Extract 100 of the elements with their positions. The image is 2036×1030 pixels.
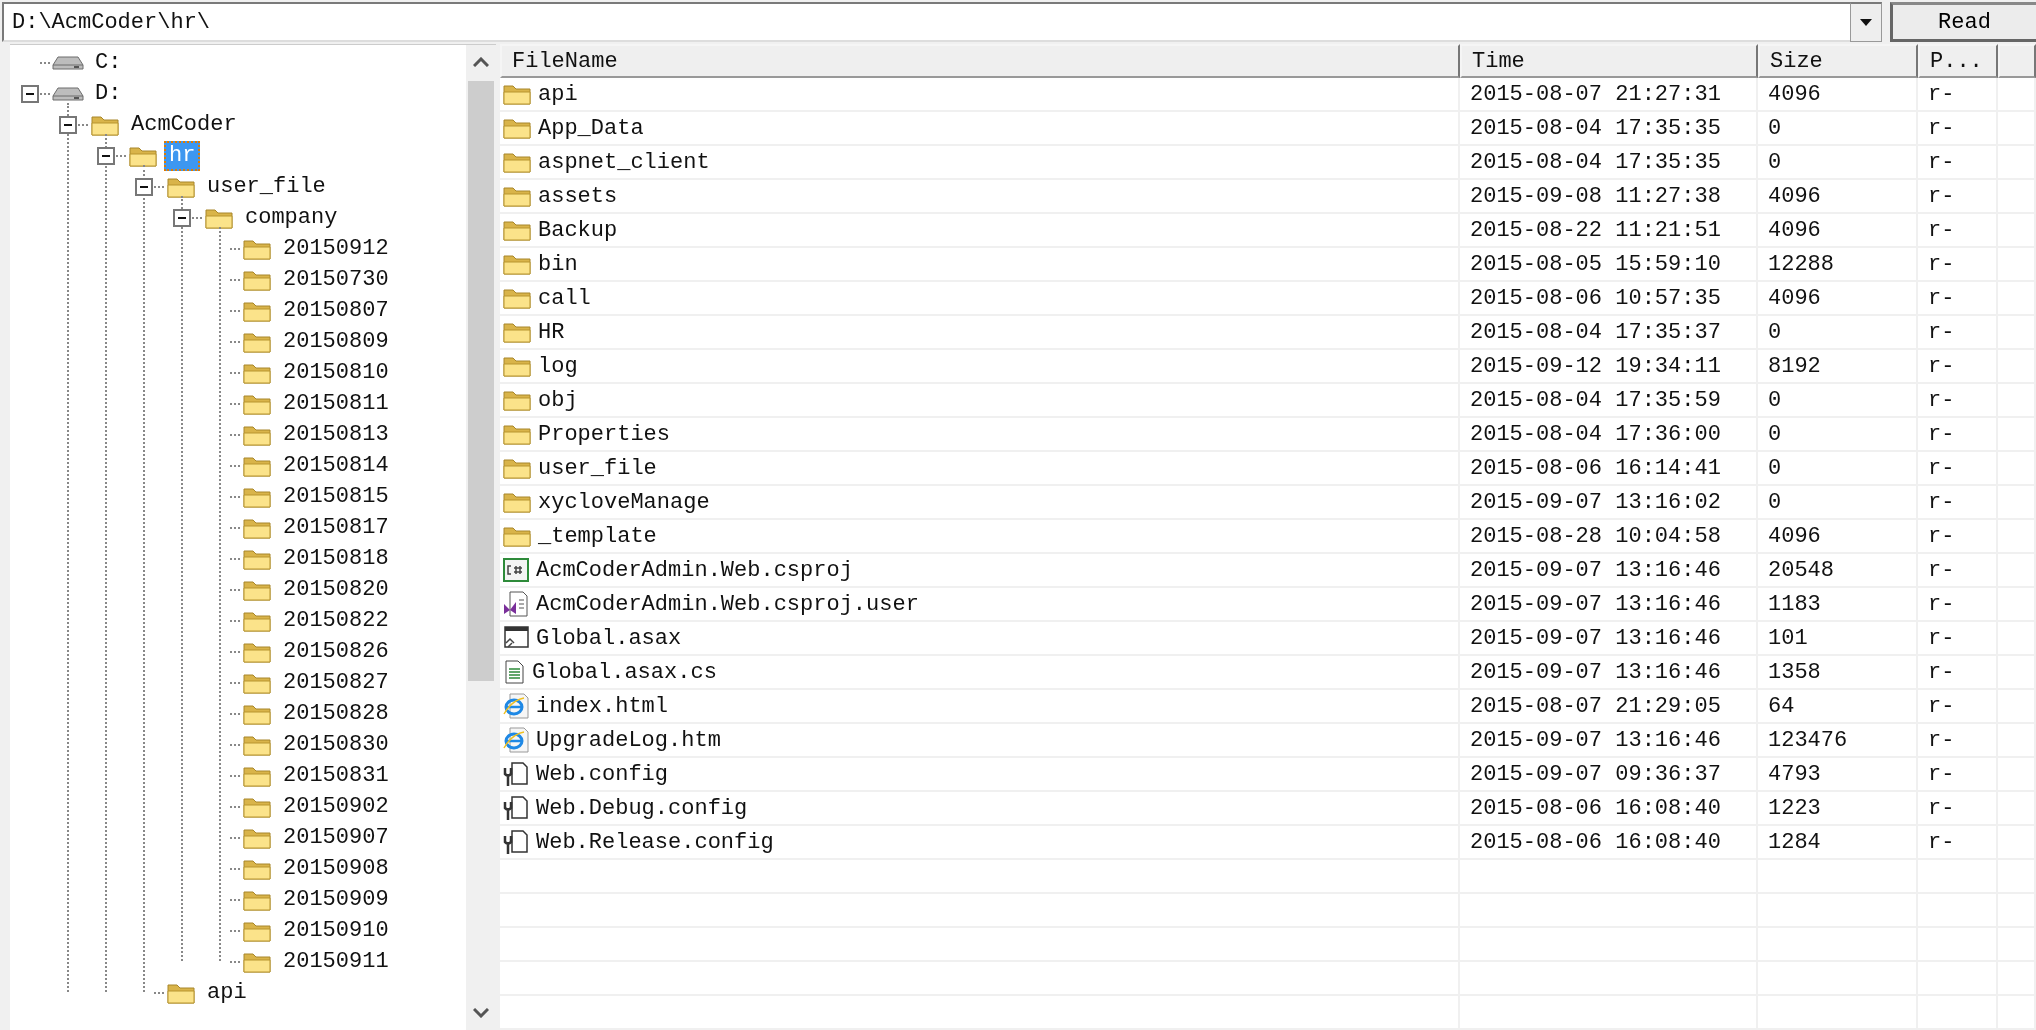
tree-item[interactable]: 20150828 [278,698,394,729]
tree-item[interactable]: 20150818 [278,543,394,574]
collapse-toggle[interactable] [173,208,191,227]
permission: r- [1928,387,1955,413]
tree-item[interactable]: 20150831 [278,760,394,791]
permission: r- [1928,251,1955,277]
file-name[interactable]: AcmCoderAdmin.Web.csproj.user [536,591,919,617]
file-size: 0 [1768,149,1782,175]
file-name[interactable]: Global.asax [536,625,682,651]
permission: r- [1928,319,1955,345]
collapse-toggle[interactable] [135,177,153,196]
tree-item[interactable]: 20150811 [278,388,394,419]
folder-icon [502,82,532,106]
tree-item[interactable]: 20150822 [278,605,394,636]
collapse-toggle[interactable] [97,146,115,165]
permission: r- [1928,761,1955,787]
file-size: 0 [1768,319,1782,345]
file-name[interactable]: aspnet_client [538,149,710,175]
column-header[interactable]: P... [1918,44,1998,78]
file-size: 0 [1768,455,1782,481]
tree-item[interactable]: company [240,202,343,233]
file-name[interactable]: HR [538,319,565,345]
folder-icon [502,320,532,344]
file-name[interactable]: api [538,81,578,107]
file-name[interactable]: Web.Debug.config [536,795,748,821]
modified-time: 2015-09-07 09:36:37 [1470,761,1721,787]
folder-icon [502,456,532,480]
tree-item[interactable]: 20150912 [278,233,394,264]
permission: r- [1928,829,1955,855]
modified-time: 2015-08-06 16:14:41 [1470,455,1721,481]
modified-time: 2015-08-06 10:57:35 [1470,285,1721,311]
file-name[interactable]: Properties [538,421,671,447]
tree-item[interactable]: 20150815 [278,481,394,512]
tree-item[interactable]: 20150902 [278,791,394,822]
column-header[interactable]: Time [1460,44,1758,78]
tree-item[interactable]: 20150810 [278,357,394,388]
column-header[interactable]: FileName [500,44,1460,78]
scroll-up-icon[interactable] [473,57,489,67]
file-size: 0 [1768,115,1782,141]
tree-item[interactable]: 20150807 [278,295,394,326]
permission: r- [1928,659,1955,685]
tree-item[interactable]: AcmCoder [126,109,242,140]
tree-item[interactable]: api [202,977,252,1008]
folder-icon [502,388,532,412]
file-size: 20548 [1768,557,1834,583]
modified-time: 2015-08-06 16:08:40 [1470,829,1721,855]
file-name[interactable]: _template [538,523,657,549]
tree-item[interactable]: user_file [202,171,331,202]
permission: r- [1928,455,1955,481]
file-name[interactable]: call [538,285,591,311]
file-name[interactable]: assets [538,183,618,209]
folder-icon [502,150,532,174]
tree-item[interactable]: 20150820 [278,574,394,605]
tree-item[interactable]: 20150809 [278,326,394,357]
file-name[interactable]: AcmCoderAdmin.Web.csproj [536,557,853,583]
tree-item[interactable]: 20150830 [278,729,394,760]
file-name[interactable]: Backup [538,217,618,243]
scroll-down-icon[interactable] [473,1008,489,1018]
column-header[interactable]: Size [1758,44,1918,78]
modified-time: 2015-09-07 13:16:46 [1470,591,1721,617]
tree-item[interactable]: 20150813 [278,419,394,450]
file-name[interactable]: user_file [538,455,657,481]
file-size: 1223 [1768,795,1821,821]
file-name[interactable]: obj [538,387,578,413]
tree-item[interactable]: C: [90,47,127,78]
tree-item[interactable]: 20150909 [278,884,394,915]
file-name[interactable]: UpgradeLog.htm [536,727,721,753]
path-field[interactable]: D:\AcmCoder\hr\ [2,2,1850,42]
tree-item[interactable]: D: [90,78,127,109]
tree-item[interactable]: 20150817 [278,512,394,543]
dropdown-button[interactable] [1850,2,1882,42]
modified-time: 2015-09-07 13:16:46 [1470,557,1721,583]
collapse-toggle[interactable] [59,115,77,134]
file-name[interactable]: bin [538,251,578,277]
permission: r- [1928,523,1955,549]
tree-item[interactable]: 20150826 [278,636,394,667]
tree-item[interactable]: 20150827 [278,667,394,698]
file-name[interactable]: App_Data [538,115,644,141]
vertical-scrollbar[interactable] [466,45,496,1030]
file-name[interactable]: index.html [536,693,669,719]
collapse-toggle[interactable] [21,84,39,103]
file-name[interactable]: xycloveManage [538,489,710,515]
tree-item[interactable]: 20150907 [278,822,394,853]
permission: r- [1928,727,1955,753]
tree-item[interactable]: 20150911 [278,946,394,977]
file-name[interactable]: Web.Release.config [536,829,774,855]
file-name[interactable]: Global.asax.cs [532,659,717,685]
scrollbar-thumb[interactable] [468,81,494,681]
modified-time: 2015-08-04 17:35:37 [1470,319,1721,345]
tree-item[interactable]: 20150730 [278,264,394,295]
tree-item[interactable]: 20150814 [278,450,394,481]
read-button[interactable]: Read [1890,2,2036,42]
file-name[interactable]: log [538,353,578,379]
file-name[interactable]: Web.config [536,761,669,787]
tree-item[interactable]: 20150908 [278,853,394,884]
file-size: 4096 [1768,285,1821,311]
folder-icon [502,252,532,276]
file-size: 1358 [1768,659,1821,685]
tree-item[interactable]: 20150910 [278,915,394,946]
permission: r- [1928,557,1955,583]
